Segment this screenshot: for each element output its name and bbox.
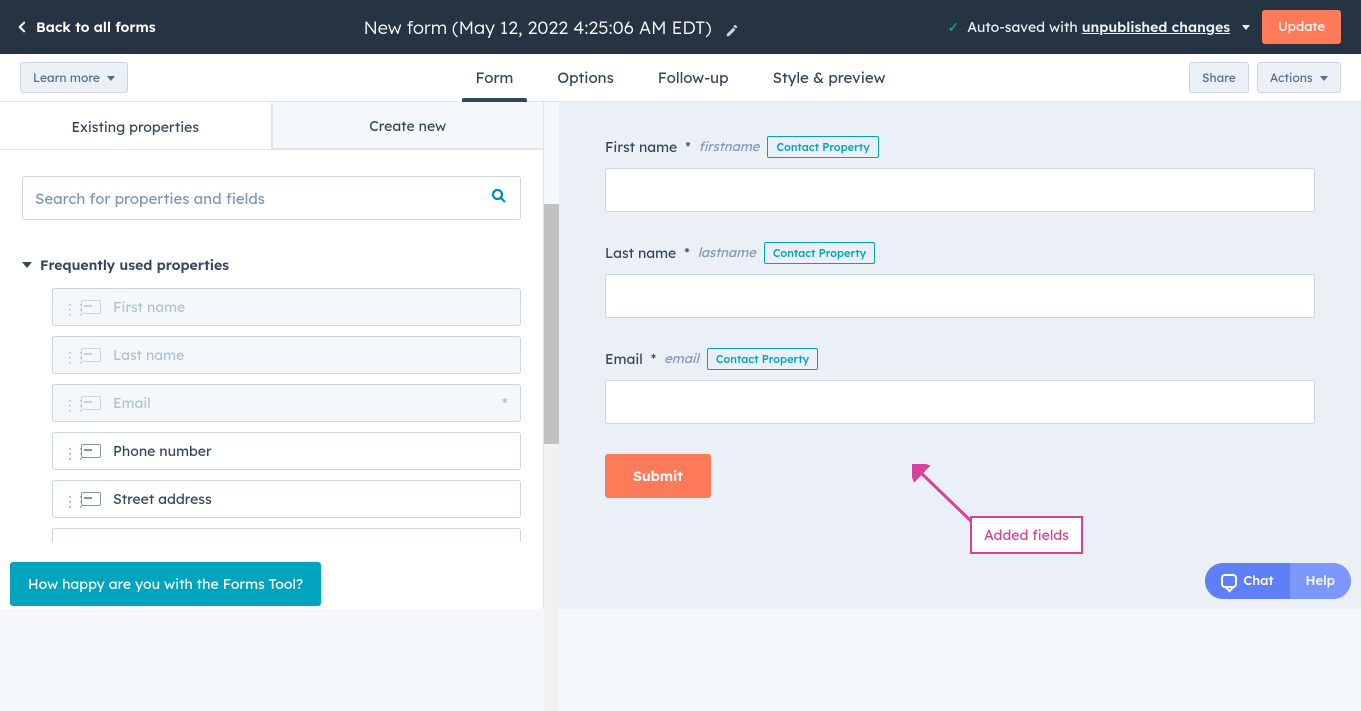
update-button[interactable]: Update: [1262, 10, 1341, 44]
firstname-input[interactable]: [605, 168, 1315, 212]
help-button[interactable]: Help: [1290, 563, 1351, 599]
chat-button[interactable]: Chat: [1205, 563, 1289, 599]
back-link-label: Back to all forms: [36, 18, 156, 36]
autosave-status[interactable]: ✓ Auto-saved with unpublished changes: [947, 18, 1250, 36]
property-item-email: Email *: [52, 384, 521, 422]
property-label: First name: [113, 298, 185, 316]
drag-handle-icon[interactable]: [63, 490, 69, 508]
autosave-prefix: Auto-saved with: [967, 18, 1082, 36]
caret-down-icon: [1320, 76, 1328, 81]
chevron-left-icon: [18, 21, 29, 32]
form-field-email[interactable]: Email * email Contact Property: [605, 348, 1315, 424]
edit-title-button[interactable]: [725, 20, 739, 34]
autosave-text: Auto-saved with unpublished changes: [967, 18, 1230, 36]
tab-form[interactable]: Form: [475, 54, 513, 101]
editor-body: Existing properties Create new Frequentl…: [0, 102, 1361, 609]
property-label: Last name: [113, 346, 184, 364]
tab-existing-properties[interactable]: Existing properties: [0, 102, 272, 149]
check-icon: ✓: [947, 18, 959, 36]
form-field-firstname[interactable]: First name * firstname Contact Property: [605, 136, 1315, 212]
section-frequently-used[interactable]: Frequently used properties: [22, 256, 521, 274]
tab-style-preview[interactable]: Style & preview: [773, 54, 886, 101]
drag-handle-icon[interactable]: [63, 442, 69, 460]
topbar: Back to all forms New form (May 12, 2022…: [0, 0, 1361, 54]
properties-pane: Existing properties Create new Frequentl…: [0, 102, 544, 609]
drag-handle-icon: [63, 346, 69, 364]
tab-options[interactable]: Options: [557, 54, 613, 101]
chat-bubble-icon: [1221, 574, 1237, 588]
topbar-right: ✓ Auto-saved with unpublished changes Up…: [947, 10, 1341, 44]
annotation-callout: Added fields: [970, 516, 1083, 554]
drag-handle-icon: [63, 298, 69, 316]
property-list: First name Last name Email * Phone numbe: [22, 288, 521, 542]
subbar: Learn more Form Options Follow-up Style …: [0, 54, 1361, 102]
actions-button[interactable]: Actions: [1257, 62, 1341, 93]
required-star: *: [684, 244, 689, 262]
property-label: Phone number: [113, 442, 212, 460]
drag-handle-icon: [63, 394, 69, 412]
field-label: Last name: [605, 244, 676, 262]
property-search[interactable]: [22, 176, 521, 220]
field-label: Email: [605, 350, 643, 368]
required-star: *: [651, 350, 656, 368]
field-label-row: Last name * lastname Contact Property: [605, 242, 1315, 264]
form-title-group: New form (May 12, 2022 4:25:06 AM EDT): [364, 16, 740, 39]
share-button[interactable]: Share: [1189, 62, 1249, 93]
section-title: Frequently used properties: [40, 256, 229, 274]
field-label-row: Email * email Contact Property: [605, 348, 1315, 370]
property-type-badge: Contact Property: [767, 136, 878, 158]
submit-button[interactable]: Submit: [605, 454, 711, 498]
editor-tabs: Form Options Follow-up Style & preview: [475, 54, 885, 101]
required-indicator: *: [502, 393, 508, 413]
search-input[interactable]: [35, 189, 490, 208]
field-api-name: lastname: [698, 245, 756, 261]
scrollbar[interactable]: [544, 204, 559, 711]
field-api-name: email: [664, 351, 699, 367]
text-field-icon: [81, 396, 101, 410]
property-item-street[interactable]: Street address: [52, 480, 521, 518]
property-type-badge: Contact Property: [707, 348, 818, 370]
lastname-input[interactable]: [605, 274, 1315, 318]
field-label: First name: [605, 138, 677, 156]
text-field-icon: [81, 348, 101, 362]
text-field-icon: [81, 300, 101, 314]
actions-label: Actions: [1270, 70, 1313, 85]
property-item-phone[interactable]: Phone number: [52, 432, 521, 470]
survey-prompt[interactable]: How happy are you with the Forms Tool?: [10, 562, 321, 606]
property-item-partial[interactable]: [52, 528, 521, 542]
autosave-emph: unpublished changes: [1082, 18, 1230, 36]
subbar-actions: Share Actions: [1189, 62, 1341, 93]
property-item-firstname: First name: [52, 288, 521, 326]
tab-followup[interactable]: Follow-up: [658, 54, 729, 101]
text-field-icon: [81, 492, 101, 506]
search-icon: [490, 187, 508, 209]
caret-down-icon: [22, 262, 32, 268]
field-api-name: firstname: [699, 139, 760, 155]
learn-more-label: Learn more: [33, 70, 100, 85]
form-field-lastname[interactable]: Last name * lastname Contact Property: [605, 242, 1315, 318]
property-label: Email: [113, 394, 151, 412]
property-item-lastname: Last name: [52, 336, 521, 374]
property-type-badge: Contact Property: [764, 242, 875, 264]
tab-create-new[interactable]: Create new: [272, 102, 544, 149]
chat-label: Chat: [1243, 573, 1273, 589]
text-field-icon: [81, 444, 101, 458]
chat-help-widget: Chat Help: [1205, 563, 1351, 599]
form-title: New form (May 12, 2022 4:25:06 AM EDT): [364, 16, 712, 39]
properties-content: Frequently used properties First name La…: [0, 150, 543, 542]
email-input[interactable]: [605, 380, 1315, 424]
caret-down-icon: [1242, 25, 1250, 30]
back-link[interactable]: Back to all forms: [20, 18, 156, 36]
required-star: *: [685, 138, 690, 156]
caret-down-icon: [107, 76, 115, 81]
form-canvas: First name * firstname Contact Property …: [559, 102, 1361, 609]
field-label-row: First name * firstname Contact Property: [605, 136, 1315, 158]
help-label: Help: [1306, 573, 1335, 589]
property-label: Street address: [113, 490, 212, 508]
scrollbar-thumb[interactable]: [544, 204, 559, 444]
property-tabs: Existing properties Create new: [0, 102, 543, 150]
learn-more-button[interactable]: Learn more: [20, 62, 128, 93]
